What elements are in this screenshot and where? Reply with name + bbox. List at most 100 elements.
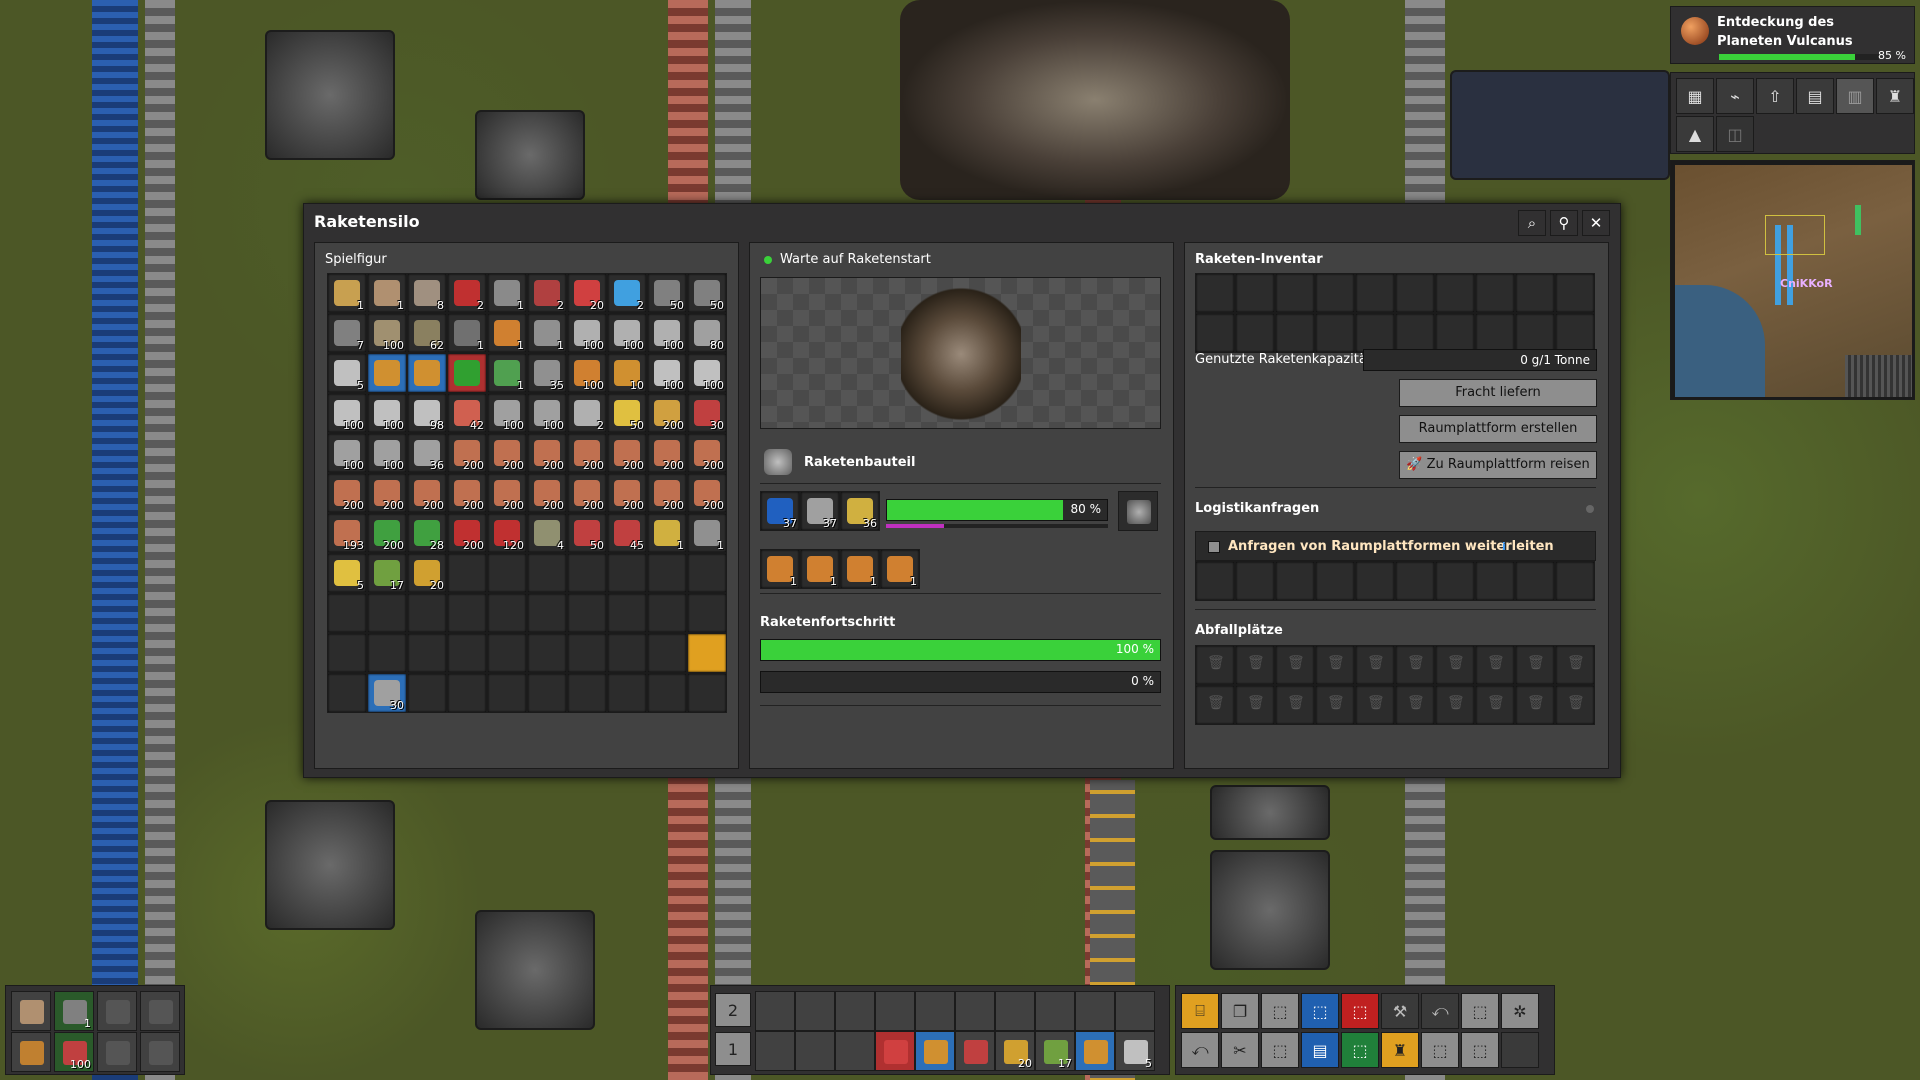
quickbar-slot[interactable] — [875, 1031, 915, 1071]
inventory-slot[interactable] — [487, 673, 527, 713]
inventory-slot[interactable]: 200 — [487, 473, 527, 513]
logistics-request-slot[interactable] — [1315, 561, 1355, 601]
inventory-slot[interactable]: 100 — [567, 353, 607, 393]
inventory-slot[interactable] — [407, 633, 447, 673]
rocket-slot[interactable] — [1195, 313, 1235, 353]
inventory-slot[interactable] — [687, 633, 727, 673]
inventory-slot[interactable] — [407, 593, 447, 633]
inventory-slot[interactable]: 7 — [327, 313, 367, 353]
trash-slot[interactable]: 🗑 — [1475, 685, 1515, 725]
rocket-slot[interactable] — [1355, 273, 1395, 313]
inventory-slot[interactable] — [567, 633, 607, 673]
rocket-slot[interactable] — [1355, 313, 1395, 353]
logistics-request-slot[interactable] — [1555, 561, 1595, 601]
trash-slot[interactable]: 🗑 — [1435, 685, 1475, 725]
inventory-slot[interactable]: 17 — [367, 553, 407, 593]
rocket-slot[interactable] — [1475, 273, 1515, 313]
create-platform-button[interactable]: Raumplattform erstellen — [1399, 415, 1597, 443]
inventory-slot[interactable] — [327, 673, 367, 713]
quickbar-slot[interactable]: 20 — [995, 1031, 1035, 1071]
trash-slot[interactable]: 🗑 — [1555, 645, 1595, 685]
quickbar-slot[interactable] — [1075, 991, 1115, 1031]
logistics-request-slot[interactable] — [1275, 561, 1315, 601]
module-slot[interactable]: 1 — [880, 549, 920, 589]
inventory-slot[interactable]: 1 — [487, 353, 527, 393]
inventory-slot[interactable] — [327, 633, 367, 673]
inventory-slot[interactable]: 5 — [327, 353, 367, 393]
inventory-slot[interactable]: 2 — [607, 273, 647, 313]
paste-icon[interactable]: ⬚ — [1261, 1032, 1299, 1068]
inventory-slot[interactable]: 193 — [327, 513, 367, 553]
inventory-slot[interactable]: 200 — [367, 513, 407, 553]
quickbar-slot[interactable] — [835, 1031, 875, 1071]
inventory-slot[interactable]: 45 — [607, 513, 647, 553]
logistics-request-slot[interactable] — [1475, 561, 1515, 601]
inventory-slot[interactable]: 50 — [687, 273, 727, 313]
rocket-slot[interactable] — [1515, 313, 1555, 353]
trash-slot[interactable]: 🗑 — [1355, 645, 1395, 685]
research-queue-icon[interactable]: ⌸ — [1181, 993, 1219, 1029]
quickbar-slot[interactable] — [955, 991, 995, 1031]
trash-slot[interactable]: 🗑 — [1315, 645, 1355, 685]
inventory-slot[interactable]: 1 — [487, 273, 527, 313]
inventory-slot[interactable]: 100 — [327, 393, 367, 433]
logistics-request-slot[interactable] — [1195, 561, 1235, 601]
quickbar-slot[interactable] — [875, 991, 915, 1031]
inventory-slot[interactable] — [407, 673, 447, 713]
trash-slot[interactable]: 🗑 — [1235, 685, 1275, 725]
inventory-slot[interactable] — [647, 633, 687, 673]
ammo-slot[interactable]: 100 — [54, 1032, 94, 1072]
gun-slot-empty[interactable] — [97, 991, 137, 1031]
undo-disabled-icon[interactable]: ⤺ — [1421, 993, 1459, 1029]
inventory-slot[interactable]: 100 — [687, 353, 727, 393]
inventory-slot[interactable]: 30 — [687, 393, 727, 433]
inventory-slot[interactable]: 120 — [487, 513, 527, 553]
spidertron-icon[interactable]: ✲ — [1501, 993, 1539, 1029]
inventory-slot[interactable]: 100 — [327, 433, 367, 473]
quickbar-slot[interactable] — [1115, 991, 1155, 1031]
logistics-request-slot[interactable] — [1355, 561, 1395, 601]
inventory-slot[interactable]: 4 — [527, 513, 567, 553]
inventory-slot[interactable] — [367, 593, 407, 633]
inventory-slot[interactable] — [687, 673, 727, 713]
trash-slot[interactable]: 🗑 — [1195, 685, 1235, 725]
inventory-slot[interactable]: 100 — [607, 313, 647, 353]
quickbar-row-2[interactable]: 2 — [715, 993, 751, 1027]
inventory-slot[interactable]: 1 — [367, 273, 407, 313]
upgrade-planner-icon[interactable]: ⬚ — [1301, 993, 1339, 1029]
rocket-slot[interactable] — [1435, 313, 1475, 353]
inventory-slot[interactable] — [487, 553, 527, 593]
red-wire-icon[interactable]: ⬚ — [1421, 1032, 1459, 1068]
inventory-slot[interactable]: 200 — [607, 473, 647, 513]
inventory-slot[interactable]: 35 — [527, 353, 567, 393]
undo-icon[interactable]: ⤺ — [1181, 1032, 1219, 1068]
inventory-slot[interactable]: 2 — [527, 273, 567, 313]
inventory-slot[interactable] — [447, 593, 487, 633]
result-slot[interactable] — [1118, 491, 1158, 531]
quickbar-slot[interactable] — [915, 991, 955, 1031]
tech-tree-icon[interactable]: ▲ — [1676, 116, 1714, 152]
logistics-toggle-icon[interactable] — [1586, 505, 1594, 513]
inventory-slot[interactable] — [447, 353, 487, 393]
inventory-slot[interactable]: 200 — [367, 473, 407, 513]
inventory-slot[interactable]: 100 — [367, 393, 407, 433]
inventory-slot[interactable]: 200 — [647, 473, 687, 513]
inventory-slot[interactable]: 200 — [407, 473, 447, 513]
inventory-slot[interactable]: 1 — [687, 513, 727, 553]
rocket-slot[interactable] — [1275, 313, 1315, 353]
rocket-slot[interactable] — [1435, 273, 1475, 313]
rocket-slot[interactable] — [1395, 313, 1435, 353]
inventory-slot[interactable]: 200 — [567, 473, 607, 513]
production-icon[interactable]: ⇧ — [1756, 78, 1794, 114]
logistics-request-slot[interactable] — [1395, 561, 1435, 601]
quickbar-slot[interactable]: 17 — [1035, 1031, 1075, 1071]
inventory-slot[interactable] — [327, 593, 367, 633]
inventory-slot[interactable]: 100 — [567, 313, 607, 353]
inventory-slot[interactable]: 100 — [647, 353, 687, 393]
inventory-slot[interactable] — [527, 673, 567, 713]
ammo-slot-empty[interactable] — [97, 1032, 137, 1072]
trash-slot[interactable]: 🗑 — [1515, 645, 1555, 685]
achievements-icon[interactable]: ♜ — [1876, 78, 1914, 114]
trash-icon[interactable]: ▥ — [1836, 78, 1874, 114]
inventory-slot[interactable]: 20 — [407, 553, 447, 593]
